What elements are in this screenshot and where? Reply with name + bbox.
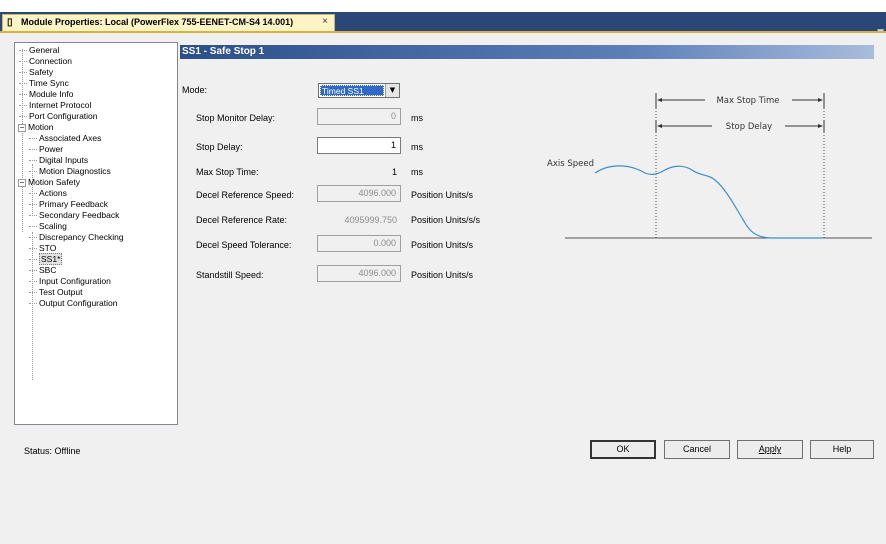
top-strip (0, 0, 886, 12)
collapse-icon[interactable]: − (18, 123, 26, 132)
tree-item-test-output[interactable]: Test Output (29, 287, 82, 297)
collapse-icon[interactable]: − (18, 178, 26, 187)
decel-ref-speed-unit: Position Units/s (411, 190, 474, 200)
tree-item-power[interactable]: Power (29, 144, 63, 154)
stop-monitor-delay-unit: ms (411, 113, 423, 123)
tree-item-secondary-feedback[interactable]: Secondary Feedback (29, 210, 119, 220)
ok-button[interactable]: OK (590, 440, 656, 459)
standstill-speed-label: Standstill Speed: (196, 270, 264, 280)
stop-delay-field[interactable]: 1 (317, 137, 401, 154)
standstill-speed-field[interactable]: 4096.000 (317, 265, 401, 282)
axis-speed-label: Axis Speed (547, 159, 594, 169)
tree-item-connection[interactable]: Connection (19, 56, 72, 66)
tab-module-properties[interactable]: ▯ Module Properties: Local (PowerFlex 75… (2, 14, 335, 31)
stop-delay-label: Stop Delay: (196, 142, 243, 152)
decel-speed-tolerance-label: Decel Speed Tolerance: (196, 240, 292, 250)
decel-speed-tolerance-field[interactable]: 0.000 (317, 235, 401, 252)
tree-item-actions[interactable]: Actions (29, 188, 67, 198)
tree-item-input-configuration[interactable]: Input Configuration (29, 276, 111, 286)
mode-label: Mode: (182, 85, 208, 95)
tree-item-scaling[interactable]: Scaling (29, 221, 67, 231)
decel-ref-rate-label: Decel Reference Rate: (196, 215, 288, 225)
max-stop-time-diagram-label: Max Stop Time (716, 96, 779, 106)
dialog-body: General Connection Safety Time Sync Modu… (0, 31, 886, 544)
axis-speed-curve (594, 165, 824, 239)
arrow-head-icon (818, 98, 823, 102)
stop-delay-diagram-label: Stop Delay (726, 122, 772, 132)
tree-item-output-configuration[interactable]: Output Configuration (29, 298, 117, 308)
tree-item-general[interactable]: General (19, 45, 59, 55)
tree-item-discrepancy-checking[interactable]: Discrepancy Checking (29, 232, 124, 242)
status-text: Status: Offline (24, 446, 81, 456)
mode-selected-value: Timed SS1 (320, 85, 384, 96)
decel-ref-speed-field[interactable]: 4096.000 (317, 185, 401, 202)
tree-item-time-sync[interactable]: Time Sync (19, 78, 69, 88)
tab-title: Module Properties: Local (PowerFlex 755-… (21, 17, 294, 27)
tree-item-associated-axes[interactable]: Associated Axes (29, 133, 101, 143)
max-stop-time-label: Max Stop Time: (196, 167, 259, 177)
stop-monitor-delay-field[interactable]: 0 (317, 108, 401, 125)
tree-item-ss1[interactable]: SS1* (29, 253, 63, 265)
arrow-head-icon (657, 98, 662, 102)
cancel-button[interactable]: Cancel (664, 440, 730, 459)
tree-item-module-info[interactable]: Module Info (19, 89, 73, 99)
document-tab-bar: ▯ Module Properties: Local (PowerFlex 75… (0, 12, 886, 38)
decel-speed-tolerance-unit: Position Units/s (411, 240, 474, 250)
mode-select[interactable]: Timed SS1 ▼ (318, 83, 400, 98)
section-header: SS1 - Safe Stop 1 (180, 45, 874, 59)
tree-item-sbc[interactable]: SBC (29, 265, 56, 275)
tree-item-safety[interactable]: Safety (19, 67, 53, 77)
standstill-speed-unit: Position Units/s (411, 270, 474, 280)
apply-button[interactable]: Apply (737, 440, 803, 459)
tree-item-internet-protocol[interactable]: Internet Protocol (19, 100, 91, 110)
max-stop-time-unit: ms (411, 167, 423, 177)
arrow-head-icon (818, 124, 823, 128)
decel-ref-speed-label: Decel Reference Speed: (196, 190, 295, 200)
tree-item-sto[interactable]: STO (29, 243, 56, 253)
stop-delay-unit: ms (411, 142, 423, 152)
stop-timing-diagram: Max Stop Time Stop Delay Axis Speed (547, 93, 872, 239)
decel-ref-rate-value: 4095999.750 (344, 215, 397, 225)
stop-monitor-delay-label: Stop Monitor Delay: (196, 113, 276, 123)
tree-item-port-configuration[interactable]: Port Configuration (19, 111, 98, 121)
help-button[interactable]: Help (810, 440, 874, 459)
arrow-head-icon (657, 124, 662, 128)
tree-item-motion-diagnostics[interactable]: Motion Diagnostics (29, 166, 111, 176)
close-icon[interactable]: × (322, 16, 328, 27)
tree-item-motion[interactable]: − Motion (18, 122, 54, 132)
tree-item-motion-safety[interactable]: − Motion Safety (18, 177, 80, 187)
category-tree[interactable]: General Connection Safety Time Sync Modu… (14, 42, 178, 425)
tree-item-primary-feedback[interactable]: Primary Feedback (29, 199, 108, 209)
max-stop-time-value: 1 (391, 167, 397, 177)
tree-item-digital-inputs[interactable]: Digital Inputs (29, 155, 88, 165)
decel-ref-rate-unit: Position Units/s/s (411, 215, 481, 225)
module-icon: ▯ (7, 17, 13, 28)
chevron-down-icon[interactable]: ▼ (385, 84, 399, 97)
